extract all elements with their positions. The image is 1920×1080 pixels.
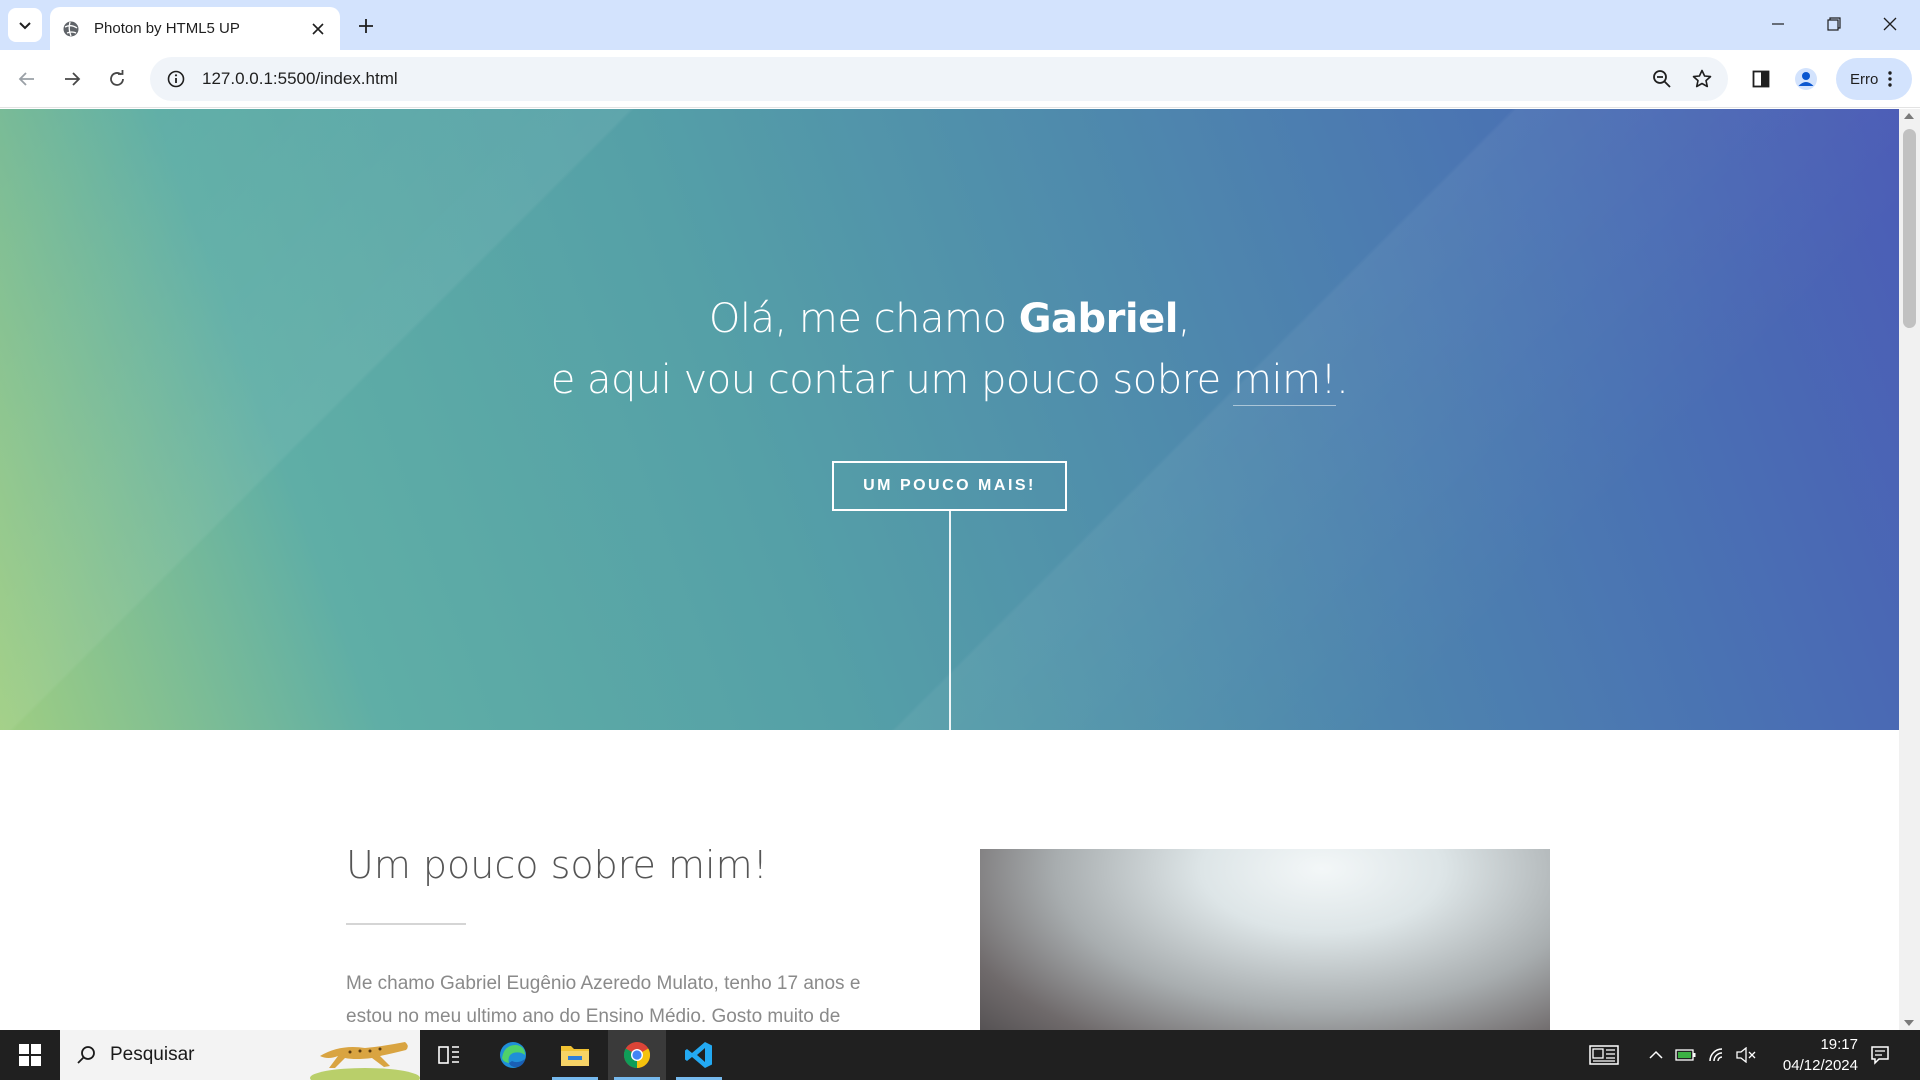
edge-icon: [500, 1042, 526, 1068]
reload-icon: [110, 70, 124, 86]
about-divider: [346, 923, 466, 925]
hero-line2-prefix: e aqui vou contar um pouco sobre: [550, 357, 1233, 403]
search-icon: [77, 1046, 95, 1064]
reload-button[interactable]: [100, 62, 134, 96]
browser-toolbar: 127.0.0.1:5500/index.html Erro: [0, 50, 1920, 108]
windows-icon: [19, 1044, 41, 1066]
tray-overflow-button[interactable]: [1644, 1043, 1668, 1067]
side-panel-button[interactable]: [1744, 62, 1778, 96]
hero-line1-suffix: ,: [1177, 296, 1191, 342]
volume-status[interactable]: [1734, 1043, 1758, 1067]
url-text[interactable]: 127.0.0.1:5500/index.html: [202, 69, 1642, 89]
info-icon: [167, 70, 185, 88]
tab-search-button[interactable]: [8, 8, 42, 42]
hero-heading: Olá, me chamo Gabriel, e aqui vou contar…: [0, 289, 1899, 411]
minimize-icon: [1772, 23, 1784, 25]
restore-icon: [1827, 17, 1841, 31]
mute-icon: [1736, 1047, 1756, 1063]
tab-title: Photon by HTML5 UP: [94, 20, 240, 37]
new-tab-button[interactable]: [352, 12, 380, 40]
scrollbar-thumb[interactable]: [1903, 129, 1916, 328]
back-button[interactable]: [10, 62, 44, 96]
profile-label: Erro: [1850, 70, 1879, 88]
star-icon: [1692, 69, 1712, 88]
cta-connector-line: [949, 511, 951, 730]
scroll-up-arrow[interactable]: [1904, 113, 1914, 119]
explorer-icon: [561, 1046, 589, 1066]
battery-icon: [1675, 1049, 1696, 1061]
restore-button[interactable]: [1806, 0, 1862, 48]
news-icon: [1589, 1045, 1619, 1065]
search-highlight-illustration: [310, 1042, 420, 1080]
clock-date: 04/12/2024: [1782, 1057, 1858, 1074]
page-scrollbar[interactable]: [1899, 109, 1920, 1030]
hero-line2-suffix: .: [1336, 357, 1349, 403]
chevron-up-icon: [1649, 1050, 1663, 1059]
edge-app[interactable]: [484, 1030, 542, 1080]
taskbar-search-box[interactable]: Pesquisar: [60, 1030, 420, 1080]
file-explorer-app[interactable]: [546, 1030, 604, 1080]
start-button[interactable]: [0, 1030, 60, 1080]
window-close-icon: [1883, 17, 1897, 31]
battery-status[interactable]: [1674, 1043, 1698, 1067]
browser-tab-bar: Photon by HTML5 UP: [0, 0, 1920, 50]
chrome-icon: [623, 1042, 651, 1069]
profile-icon: [1795, 68, 1817, 90]
site-info-button[interactable]: [154, 57, 198, 101]
clock-time: 19:17: [1820, 1036, 1858, 1053]
hero-banner: Olá, me chamo Gabriel, e aqui vou contar…: [0, 109, 1899, 730]
about-photo: [980, 849, 1550, 1030]
forward-icon: [65, 72, 81, 86]
hero-name: Gabriel: [1018, 296, 1179, 342]
about-title: Um pouco sobre mim!: [346, 843, 768, 887]
plus-icon: [359, 19, 373, 33]
tab-close-button[interactable]: [308, 19, 328, 39]
more-button[interactable]: UM POUCO MAIS!: [832, 461, 1067, 511]
about-text: Me chamo Gabriel Eugênio Azeredo Mulato,…: [346, 973, 861, 1027]
task-view-button[interactable]: [420, 1030, 478, 1080]
more-icon: [1888, 71, 1893, 87]
page-viewport: Olá, me chamo Gabriel, e aqui vou contar…: [0, 109, 1899, 1030]
windows-taskbar: Pesquisar 19:17 04/12/2024: [0, 1030, 1920, 1080]
task-view-icon: [438, 1046, 459, 1064]
error-profile-chip[interactable]: Erro: [1836, 58, 1912, 100]
zoom-icon: [1653, 70, 1671, 88]
back-icon: [18, 72, 34, 86]
globe-icon: [63, 21, 79, 36]
minimize-button[interactable]: [1750, 0, 1806, 48]
profile-button[interactable]: [1789, 62, 1823, 96]
forward-button[interactable]: [55, 62, 89, 96]
notifications-icon: [1871, 1046, 1889, 1065]
scroll-down-arrow[interactable]: [1904, 1020, 1914, 1026]
notifications-button[interactable]: [1868, 1043, 1892, 1067]
network-status[interactable]: [1706, 1043, 1730, 1067]
chrome-app[interactable]: [608, 1030, 666, 1080]
hero-link[interactable]: mim!: [1233, 357, 1337, 406]
tab-search-icon: [19, 22, 31, 30]
side-panel-icon: [1752, 70, 1770, 88]
address-bar[interactable]: 127.0.0.1:5500/index.html: [150, 57, 1728, 101]
zoom-button[interactable]: [1642, 59, 1682, 99]
wifi-icon: [1709, 1048, 1723, 1062]
close-icon: [312, 22, 324, 35]
bookmark-button[interactable]: [1682, 59, 1722, 99]
vscode-icon: [685, 1042, 712, 1068]
search-label: Pesquisar: [110, 1044, 195, 1065]
vscode-app[interactable]: [670, 1030, 728, 1080]
window-close-button[interactable]: [1862, 0, 1918, 48]
system-clock[interactable]: 19:17 04/12/2024: [1758, 1034, 1858, 1076]
hero-line1-prefix: Olá, me chamo: [708, 296, 1019, 342]
active-tab[interactable]: Photon by HTML5 UP: [50, 7, 340, 50]
news-widget-button[interactable]: [1588, 1043, 1620, 1067]
